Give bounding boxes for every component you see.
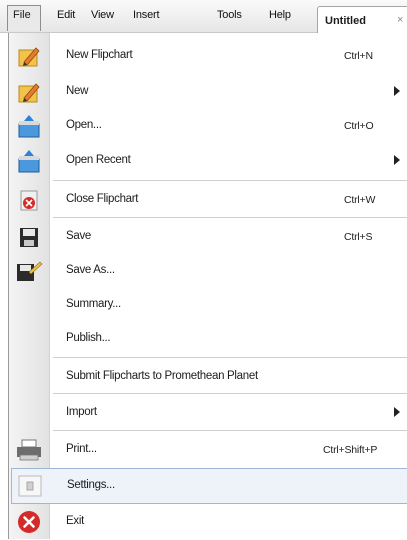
file-menu: New Flipchart Ctrl+N New Open... Ctrl+O … — [8, 33, 407, 539]
floppy-disk-icon — [20, 228, 38, 247]
menu-item-new[interactable]: New — [9, 74, 407, 110]
open-flipchart-icon — [18, 115, 40, 138]
menu-separator — [53, 217, 407, 218]
menu-item-label: Exit — [66, 515, 84, 527]
menu-item-label: New Flipchart — [66, 49, 133, 61]
menu-item-save[interactable]: Save Ctrl+S — [9, 219, 407, 255]
menu-item-print[interactable]: Print... Ctrl+Shift+P — [9, 432, 407, 468]
menu-item-label: Import — [66, 406, 97, 418]
save-as-icon — [17, 261, 43, 281]
menu-item-new-flipchart[interactable]: New Flipchart Ctrl+N — [9, 38, 407, 74]
menu-separator — [53, 180, 407, 181]
exit-icon — [18, 511, 40, 533]
menu-item-label: Save As... — [66, 264, 115, 276]
menu-bar: File Edit View Insert Tools Help Untitle… — [0, 0, 407, 34]
menu-item-open[interactable]: Open... Ctrl+O — [9, 108, 407, 144]
menu-separator — [53, 393, 407, 394]
menu-item-open-recent[interactable]: Open Recent — [9, 143, 407, 179]
menu-help[interactable]: Help — [269, 9, 291, 21]
document-tab-label: Untitled — [325, 15, 366, 27]
menu-item-label: Open Recent — [66, 154, 131, 166]
menu-item-publish[interactable]: Publish... — [9, 321, 407, 357]
menu-item-summary[interactable]: Summary... — [9, 287, 407, 323]
menu-item-label: Submit Flipcharts to Promethean Planet — [66, 370, 258, 382]
menu-separator — [53, 430, 407, 431]
document-tab-close-icon[interactable]: × — [397, 14, 403, 26]
menu-file-label: File — [13, 9, 31, 21]
menu-item-label: Settings... — [67, 479, 115, 491]
menu-item-close-flipchart[interactable]: Close Flipchart Ctrl+W — [9, 182, 407, 218]
submenu-arrow-icon — [394, 407, 400, 417]
menu-edit[interactable]: Edit — [57, 9, 75, 21]
pencil-icon — [18, 83, 40, 103]
printer-icon — [17, 439, 41, 461]
menu-item-import[interactable]: Import — [9, 395, 407, 431]
menu-item-label: Summary... — [66, 298, 121, 310]
open-recent-icon — [18, 150, 40, 173]
menu-item-exit[interactable]: Exit — [9, 504, 407, 540]
submenu-arrow-icon — [394, 155, 400, 165]
menu-item-label: Open... — [66, 119, 102, 131]
menu-view[interactable]: View — [91, 9, 114, 21]
menu-item-submit-flipcharts[interactable]: Submit Flipcharts to Promethean Planet — [9, 359, 407, 395]
menu-item-label: Save — [66, 230, 92, 242]
menu-item-label: Print... — [66, 443, 97, 455]
menu-item-shortcut: Ctrl+S — [344, 231, 373, 243]
menu-file[interactable]: File — [7, 5, 41, 31]
menu-item-shortcut: Ctrl+W — [344, 194, 376, 206]
close-flipchart-icon — [20, 190, 38, 211]
menu-item-shortcut: Ctrl+N — [344, 50, 373, 62]
menu-item-settings[interactable]: Settings... — [11, 468, 407, 504]
menu-item-save-as[interactable]: Save As... — [9, 253, 407, 289]
submenu-arrow-icon — [394, 86, 400, 96]
pencil-icon — [18, 47, 40, 67]
document-tab[interactable]: Untitled × — [317, 6, 407, 34]
menu-item-shortcut: Ctrl+O — [344, 120, 374, 132]
menu-insert[interactable]: Insert — [133, 9, 160, 21]
menu-item-shortcut: Ctrl+Shift+P — [323, 444, 378, 456]
settings-icon — [18, 475, 42, 497]
menu-item-label: Close Flipchart — [66, 193, 139, 205]
menu-item-label: Publish... — [66, 332, 111, 344]
menu-tools[interactable]: Tools — [217, 9, 242, 21]
menu-item-label: New — [66, 85, 89, 97]
menu-separator — [53, 357, 407, 358]
